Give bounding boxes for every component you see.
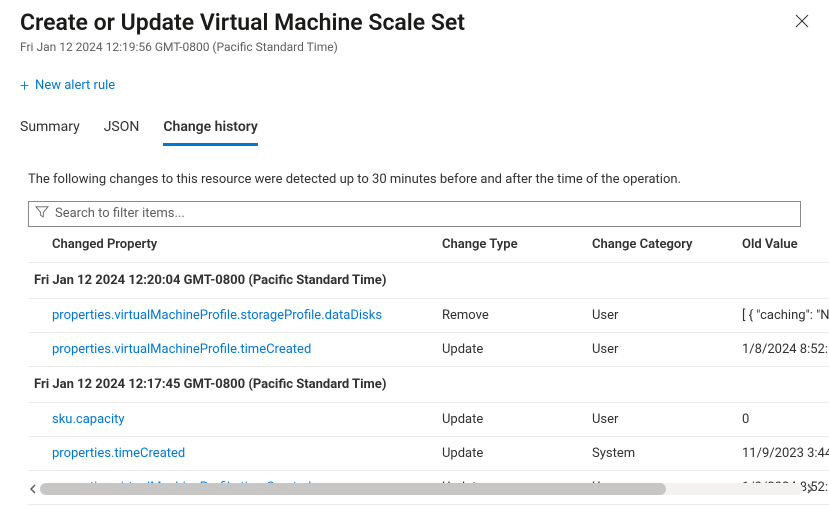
horizontal-scrollbar[interactable]: [28, 482, 815, 496]
tab-json[interactable]: JSON: [104, 119, 140, 146]
page-title: Create or Update Virtual Machine Scale S…: [20, 8, 809, 38]
property-link[interactable]: properties.timeCreated: [52, 446, 442, 461]
old-value-cell: 11/9/2023 3:44:42 PM: [742, 446, 829, 461]
column-change-type[interactable]: Change Type: [442, 237, 592, 252]
property-link[interactable]: properties.virtualMachineProfile.storage…: [52, 308, 442, 323]
column-changed-property[interactable]: Changed Property: [52, 237, 442, 252]
description-text: The following changes to this resource w…: [0, 146, 829, 201]
close-icon[interactable]: [795, 14, 811, 30]
change-category-cell: User: [592, 308, 742, 323]
change-type-cell: Update: [442, 342, 592, 357]
table-row[interactable]: sku.capacity Update User 0: [28, 403, 829, 437]
group-header[interactable]: Fri Jan 12 2024 12:20:04 GMT-0800 (Pacif…: [28, 263, 829, 299]
old-value-cell: [ { "caching": "None",: [742, 308, 829, 323]
tab-bar: Summary JSON Change history: [0, 105, 829, 146]
new-alert-rule-button[interactable]: + New alert rule: [20, 78, 115, 94]
column-change-category[interactable]: Change Category: [592, 237, 742, 252]
scrollbar-track[interactable]: [40, 483, 803, 495]
table-row[interactable]: properties.virtualMachineProfile.timeCre…: [28, 333, 829, 367]
property-link[interactable]: sku.capacity: [52, 412, 442, 427]
table-row[interactable]: properties.timeCreated Update System 11/…: [28, 437, 829, 471]
group-header[interactable]: Fri Jan 12 2024 12:17:45 GMT-0800 (Pacif…: [28, 367, 829, 403]
scroll-right-icon[interactable]: [805, 484, 815, 494]
change-type-cell: Remove: [442, 308, 592, 323]
change-type-cell: Update: [442, 412, 592, 427]
new-alert-label: New alert rule: [35, 78, 115, 93]
search-box[interactable]: [28, 201, 801, 227]
changes-table: Changed Property Change Type Change Cate…: [0, 227, 829, 505]
old-value-cell: 1/8/2024 8:52:58 PM: [742, 342, 829, 357]
scrollbar-thumb[interactable]: [40, 483, 666, 495]
table-row[interactable]: properties.virtualMachineProfile.storage…: [28, 299, 829, 333]
change-category-cell: User: [592, 412, 742, 427]
tab-change-history[interactable]: Change history: [163, 119, 258, 146]
scroll-left-icon[interactable]: [28, 484, 38, 494]
property-link[interactable]: properties.virtualMachineProfile.timeCre…: [52, 342, 442, 357]
filter-icon: [35, 205, 49, 223]
old-value-cell: 0: [742, 412, 829, 427]
table-header: Changed Property Change Type Change Cate…: [28, 227, 829, 263]
tab-summary[interactable]: Summary: [20, 119, 80, 146]
page-timestamp: Fri Jan 12 2024 12:19:56 GMT-0800 (Pacif…: [20, 40, 809, 54]
change-category-cell: User: [592, 342, 742, 357]
plus-icon: +: [20, 78, 29, 94]
change-type-cell: Update: [442, 446, 592, 461]
search-input[interactable]: [55, 206, 794, 221]
change-category-cell: System: [592, 446, 742, 461]
column-old-value[interactable]: Old Value: [742, 237, 829, 252]
